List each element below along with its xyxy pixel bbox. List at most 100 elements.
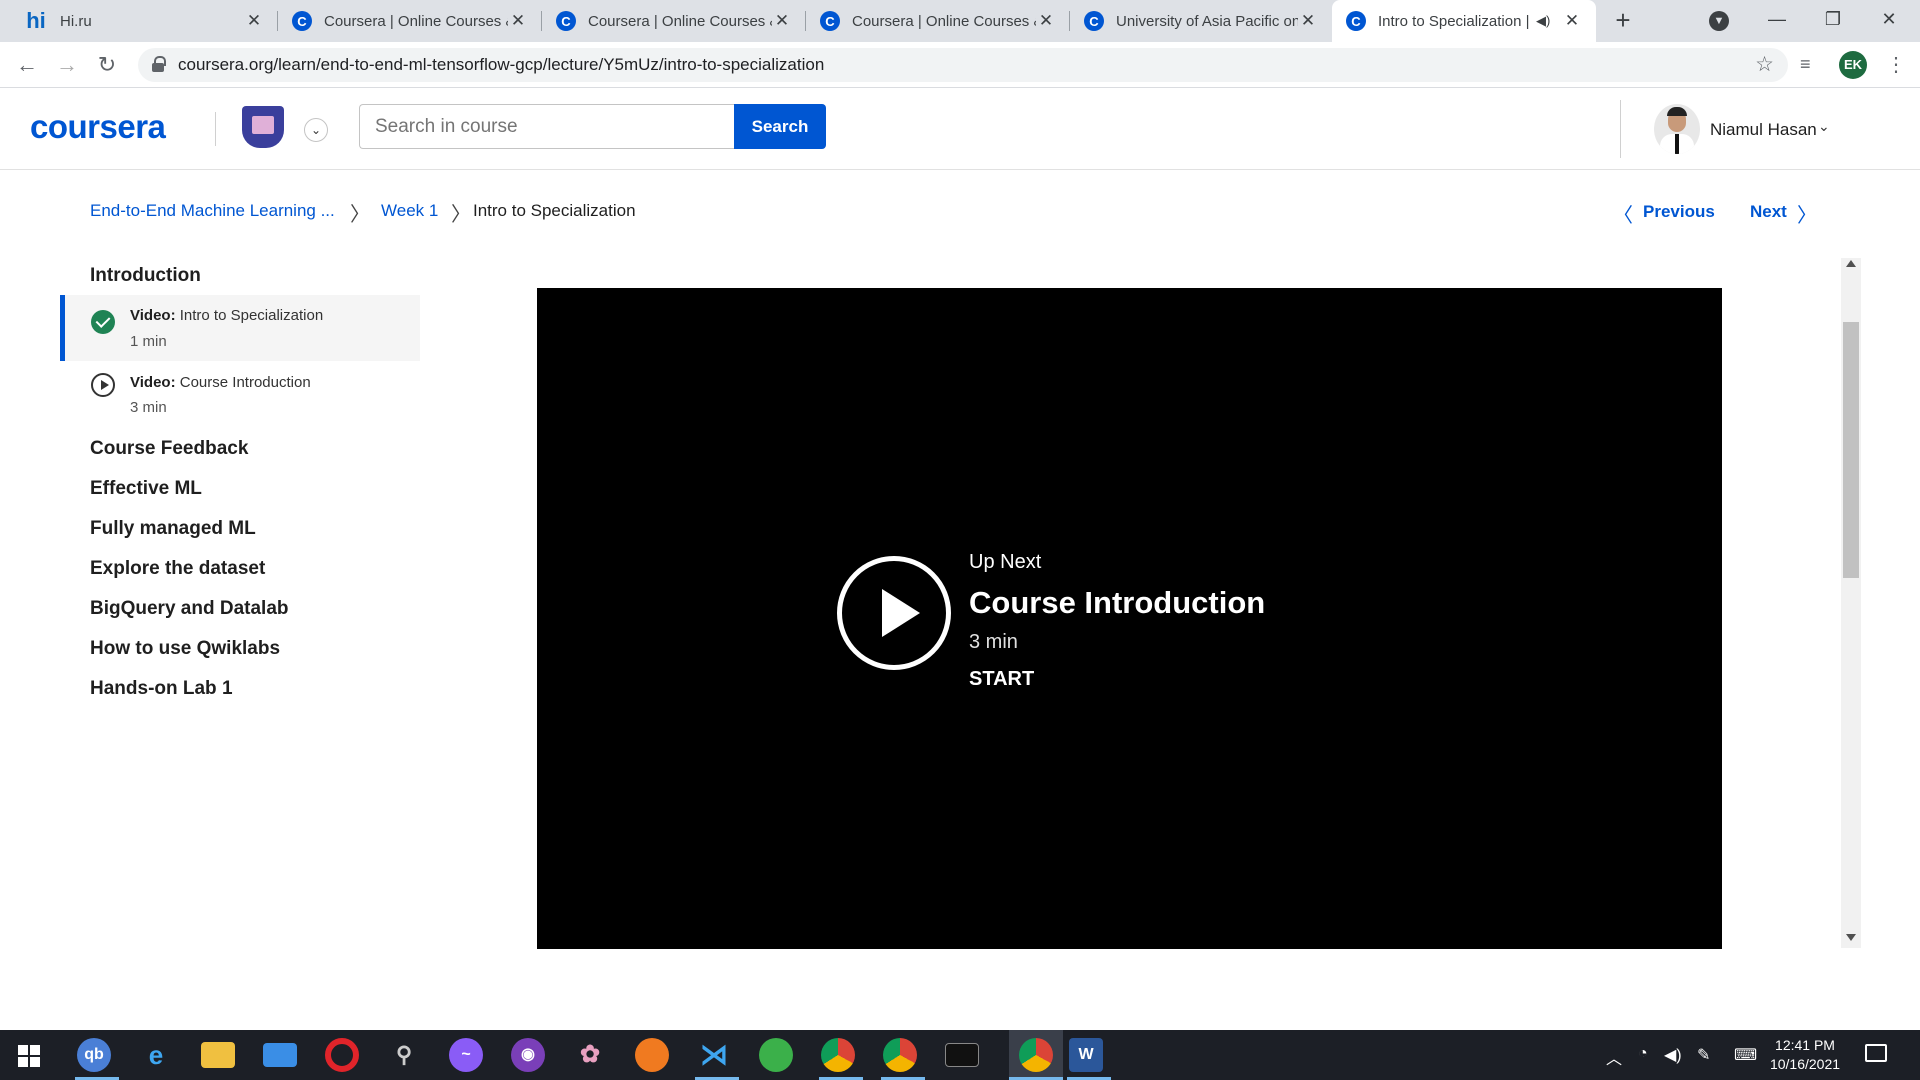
url-text[interactable]: coursera.org/learn/end-to-end-ml-tensorf… [178, 55, 824, 75]
chevron-right-icon: 〉 [451, 204, 471, 226]
keyboard-icon[interactable]: ⌨ [1734, 1045, 1757, 1065]
course-search-input[interactable] [359, 104, 734, 149]
window-close-icon[interactable]: ✕ [1862, 0, 1916, 40]
reload-icon[interactable]: ↻ [92, 50, 122, 80]
lock-icon [152, 56, 166, 72]
previous-button[interactable]: Previous [1643, 202, 1715, 222]
up-next-label: Up Next [969, 551, 1042, 573]
browser-tab-hi[interactable]: hi Hi.ru ✕ [10, 0, 278, 42]
header-divider [1620, 100, 1621, 158]
item-title: Intro to Specialization [179, 307, 324, 324]
scroll-down-icon[interactable] [1846, 934, 1856, 941]
browser-tab-uap[interactable]: C University of Asia Pacific on ✕ [1070, 0, 1332, 42]
sidebar-section[interactable]: Effective ML [90, 478, 202, 500]
breadcrumb-current: Intro to Specialization [473, 201, 636, 220]
coursera-icon: C [292, 11, 312, 31]
close-tab-icon[interactable]: ✕ [1562, 11, 1582, 31]
close-tab-icon[interactable]: ✕ [1298, 11, 1318, 31]
scrollbar-thumb[interactable] [1843, 322, 1859, 578]
pen-icon[interactable]: ✎ [1697, 1045, 1710, 1065]
coursera-header: coursera ⌄ Search Niamul Hasan ⌄ [0, 88, 1920, 170]
edge-icon[interactable]: e [139, 1038, 173, 1072]
github-icon[interactable]: ◉ [511, 1038, 545, 1072]
speaker-muted-icon[interactable]: ◀) [1536, 13, 1554, 29]
sidebar-item-course-introduction[interactable]: Video: Course Introduction [130, 374, 311, 391]
university-crest-icon[interactable] [242, 106, 284, 148]
firefox-icon[interactable] [635, 1038, 669, 1072]
search-button[interactable]: Search [734, 104, 826, 149]
windows-taskbar: qb e ⚲ ~ ◉ ✿ ⋊ W ︿ ◔ ◀) ✎ ⌨ 12:41 PM 10/… [0, 1030, 1920, 1080]
browser-tab-coursera-1[interactable]: C Coursera | Online Courses & ✕ [278, 0, 542, 42]
browser-toolbar: ← → ↻ coursera.org/learn/end-to-end-ml-t… [0, 42, 1920, 88]
sidebar-section[interactable]: Hands-on Lab 1 [90, 678, 233, 700]
file-explorer-icon[interactable] [201, 1042, 235, 1068]
close-tab-icon[interactable]: ✕ [772, 11, 792, 31]
tab-title: Coursera | Online Courses & [324, 12, 508, 30]
restore-icon[interactable]: ❐ [1806, 0, 1860, 40]
chevron-right-icon[interactable]: 〉 [1797, 199, 1817, 228]
play-icon[interactable] [837, 556, 951, 670]
qb-app-icon[interactable]: qb [77, 1038, 111, 1072]
close-tab-icon[interactable]: ✕ [244, 11, 264, 31]
tab-title: Coursera | Online Courses & [852, 12, 1036, 30]
opera-icon[interactable] [325, 1038, 359, 1072]
mail-icon[interactable] [263, 1043, 297, 1067]
sidebar-section[interactable]: How to use Qwiklabs [90, 638, 280, 660]
coursera-icon: C [1346, 11, 1366, 31]
chrome-icon[interactable] [1019, 1038, 1053, 1072]
windows-start-icon[interactable] [18, 1045, 40, 1067]
address-bar[interactable]: coursera.org/learn/end-to-end-ml-tensorf… [138, 48, 1788, 82]
sidebar-item-active[interactable] [60, 295, 420, 361]
start-button[interactable]: START [969, 668, 1034, 691]
chrome-icon[interactable] [883, 1038, 917, 1072]
word-icon[interactable]: W [1069, 1038, 1103, 1072]
vscode-icon[interactable]: ⋊ [697, 1038, 731, 1072]
coursera-logo[interactable]: coursera [30, 108, 166, 146]
browser-tab-coursera-3[interactable]: C Coursera | Online Courses & ✕ [806, 0, 1070, 42]
up-next-duration: 3 min [969, 631, 1018, 653]
chrome-icon[interactable] [821, 1038, 855, 1072]
browser-tab-coursera-2[interactable]: C Coursera | Online Courses & ✕ [542, 0, 806, 42]
globe-app-icon[interactable] [759, 1038, 793, 1072]
forward-arrow-icon[interactable]: → [52, 50, 82, 80]
sidebar-section[interactable]: BigQuery and Datalab [90, 598, 289, 620]
minimize-icon[interactable]: — [1750, 0, 1804, 40]
scroll-up-icon[interactable] [1846, 260, 1856, 267]
media-control-icon[interactable]: ≡ [1800, 54, 1811, 75]
sidebar-item-intro-to-specialization[interactable]: Video: Intro to Specialization [130, 307, 323, 324]
avatar[interactable] [1654, 104, 1700, 154]
back-arrow-icon[interactable]: ← [12, 50, 42, 80]
app-icon[interactable]: ✿ [573, 1038, 607, 1072]
system-clock[interactable]: 12:41 PM 10/16/2021 [1762, 1036, 1848, 1074]
show-hidden-icons-icon[interactable]: ︿ [1606, 1045, 1622, 1069]
tab-title: University of Asia Pacific on [1116, 12, 1298, 30]
profile-avatar[interactable]: EK [1839, 51, 1867, 79]
sidebar-section[interactable]: Fully managed ML [90, 518, 256, 540]
close-tab-icon[interactable]: ✕ [1036, 11, 1056, 31]
sidebar-section[interactable]: Explore the dataset [90, 558, 265, 580]
browser-tab-active[interactable]: C Intro to Specialization | ◀) ✕ [1332, 0, 1596, 42]
menu-kebab-icon[interactable]: ⋮ [1886, 52, 1906, 77]
coursera-icon: C [820, 11, 840, 31]
close-tab-icon[interactable]: ✕ [508, 11, 528, 31]
chevron-down-icon[interactable]: ⌄ [1818, 118, 1830, 135]
next-button[interactable]: Next [1750, 202, 1787, 222]
user-name[interactable]: Niamul Hasan [1710, 120, 1817, 140]
volume-icon[interactable]: ◀) [1664, 1045, 1682, 1065]
sidebar-section-introduction[interactable]: Introduction [90, 265, 201, 287]
breadcrumb-course[interactable]: End-to-End Machine Learning ... [90, 201, 335, 221]
terminal-icon[interactable] [945, 1043, 979, 1067]
messenger-icon[interactable]: ~ [449, 1038, 483, 1072]
satellite-app-icon[interactable]: ⚲ [387, 1038, 421, 1072]
chevron-left-icon[interactable]: 〈 [1613, 199, 1633, 228]
sidebar-section[interactable]: Course Feedback [90, 438, 248, 460]
bookmark-star-icon[interactable]: ☆ [1755, 52, 1774, 77]
coursera-icon: C [556, 11, 576, 31]
tab-title: Intro to Specialization | [1378, 12, 1530, 30]
network-icon[interactable]: ◔ [1638, 1045, 1648, 1063]
breadcrumb-week[interactable]: Week 1 [381, 201, 438, 221]
notification-icon[interactable] [1865, 1044, 1887, 1062]
tab-search-icon[interactable]: ▼ [1709, 11, 1729, 31]
new-tab-button[interactable]: + [1608, 6, 1638, 36]
chevron-down-icon[interactable]: ⌄ [304, 118, 328, 142]
